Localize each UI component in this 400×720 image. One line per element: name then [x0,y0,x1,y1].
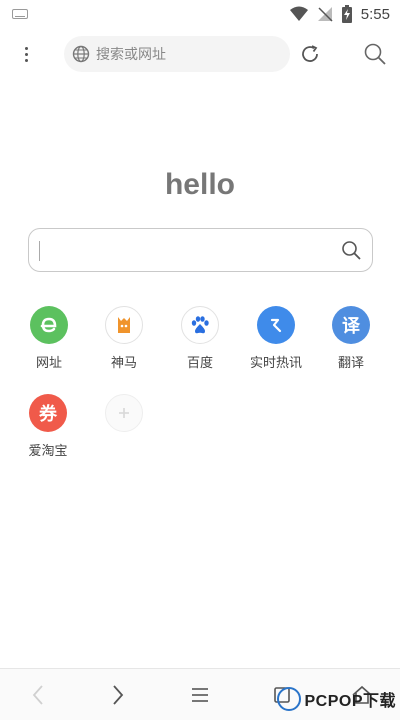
top-bar: 搜索或网址 [0,34,400,74]
search-icon[interactable] [362,41,388,67]
back-button[interactable] [24,681,52,709]
shortcut-label: 神马 [110,356,137,371]
status-icons: 5:55 [289,4,390,24]
status-bar: 5:55 [0,0,400,28]
globe-icon [72,45,90,63]
shortcut-label: 翻译 [337,356,364,371]
chevron-left-icon [32,685,43,705]
shenma-icon [105,306,143,344]
battery-charging-icon [341,5,352,23]
text-caret [39,241,41,261]
shortcut-baidu[interactable]: 百度 [162,306,238,371]
keyboard-icon [12,9,28,19]
more-menu-icon[interactable] [14,42,38,66]
shortcut-label: 爱淘宝 [28,444,68,459]
refresh-icon[interactable] [298,42,322,66]
watermark-text: PCPOP下载 [304,693,396,710]
pcpop-logo-icon [277,687,302,711]
url-input[interactable]: 搜索或网址 [64,36,290,72]
shortcut-label: 网址 [35,356,62,371]
wifi-icon [289,6,308,21]
shortcut-shenma[interactable]: 神马 [86,306,162,371]
no-signal-icon [317,7,333,22]
e-browser-icon [30,306,68,344]
search-icon[interactable] [340,239,362,261]
hamburger-icon [192,688,208,702]
shortcut-aitaobao[interactable]: 券 爱淘宝 [10,394,86,459]
translate-icon: 译 [332,306,370,344]
plus-icon [105,394,143,432]
shortcut-realtime-news[interactable]: 实时热讯 [238,306,314,371]
chevron-right-icon [113,685,124,705]
home-greeting: hello [164,168,235,201]
shortcut-translate[interactable]: 译 翻译 [313,306,389,371]
coupon-icon: 券 [29,394,67,432]
menu-button[interactable] [186,681,214,709]
shortcut-label: 实时热讯 [249,356,302,371]
forward-button[interactable] [104,681,132,709]
arrow-icon [257,306,295,344]
watermark: PCPOP下载 [277,684,396,714]
add-shortcut-button[interactable] [86,394,162,432]
shortcut-wangzhi[interactable]: 网址 [11,306,87,371]
shortcut-label: 百度 [186,356,213,371]
url-placeholder: 搜索或网址 [96,47,166,63]
status-time: 5:55 [360,5,390,23]
baidu-paw-icon [181,306,219,344]
home-search-input[interactable] [28,228,373,272]
